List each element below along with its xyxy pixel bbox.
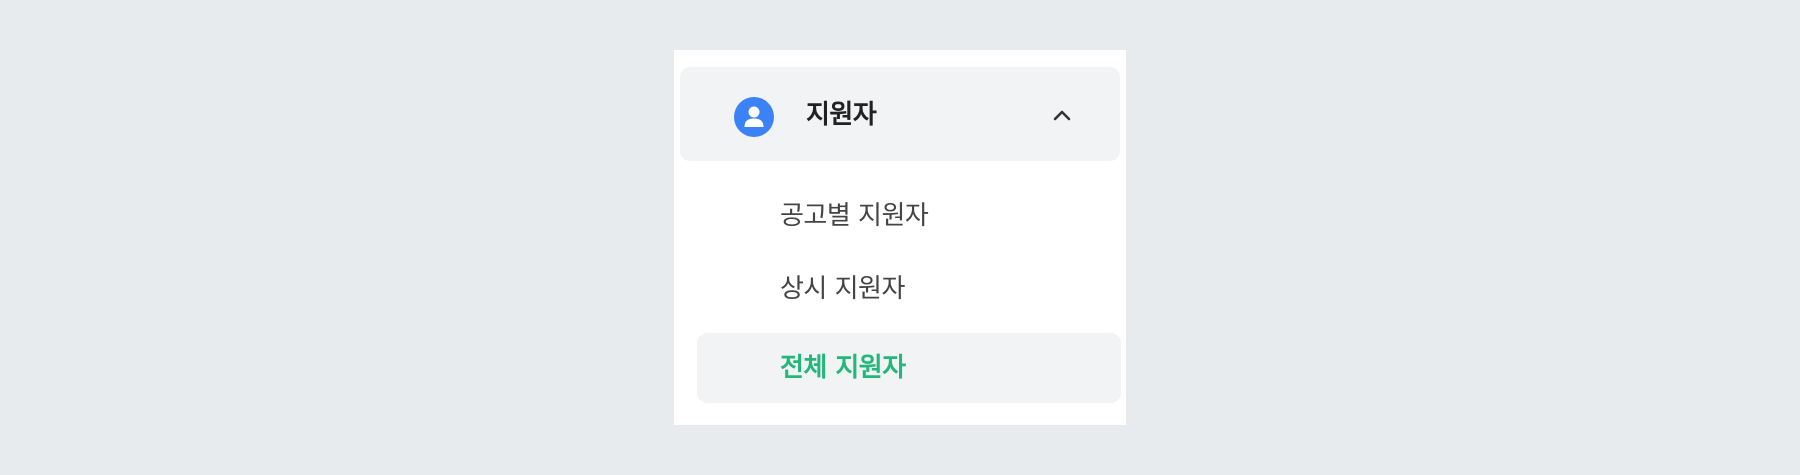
submenu-item-label: 전체 지원자	[780, 353, 906, 383]
submenu-item-label: 상시 지원자	[780, 274, 905, 304]
applicants-group-header[interactable]: 지원자	[680, 67, 1120, 161]
sidebar-menu-panel: 지원자 공고별 지원자 상시 지원자 전체 지원자	[674, 50, 1126, 425]
submenu-item-all-applicants[interactable]: 전체 지원자	[697, 333, 1121, 403]
submenu-item-applicants-by-posting[interactable]: 공고별 지원자	[697, 181, 1121, 251]
submenu-item-ongoing-applicants[interactable]: 상시 지원자	[697, 254, 1121, 324]
submenu-item-label: 공고별 지원자	[780, 201, 929, 231]
applicants-group-title: 지원자	[806, 100, 877, 130]
chevron-up-icon[interactable]	[1051, 107, 1073, 123]
user-icon	[734, 97, 774, 137]
